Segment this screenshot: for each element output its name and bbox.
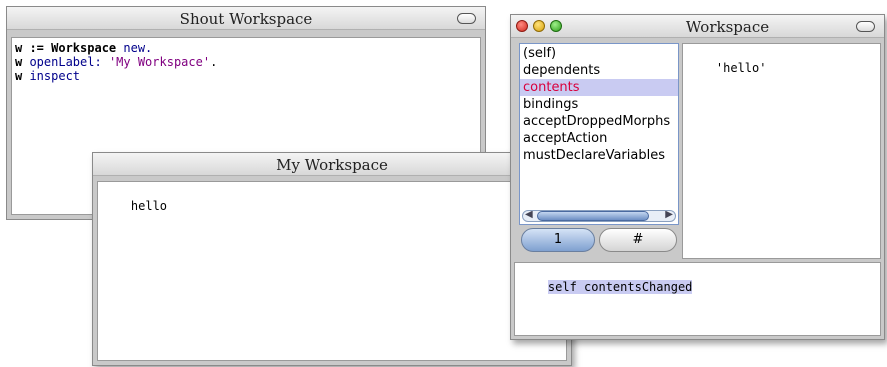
shout-workspace-title: Shout Workspace — [179, 10, 313, 28]
field-list-item[interactable]: contents — [520, 79, 678, 96]
field-list-item[interactable]: mustDeclareVariables — [520, 147, 678, 164]
inspector-value-pane[interactable]: 'hello' — [682, 43, 881, 259]
inspector-title: Workspace — [685, 18, 770, 36]
field-list-item[interactable]: dependents — [520, 62, 678, 79]
code-token: w := — [15, 41, 52, 55]
my-workspace-window[interactable]: My Workspace hello — [92, 152, 572, 366]
code-token: openLabel: — [29, 55, 109, 69]
code-token: inspect — [29, 69, 81, 83]
scrollbar-thumb[interactable] — [537, 211, 649, 221]
field-list-item[interactable]: bindings — [520, 96, 678, 113]
zoom-button[interactable] — [550, 20, 562, 32]
code-line: w openLabel: 'My Workspace'. — [15, 55, 477, 69]
my-workspace-text-editor[interactable]: hello — [97, 181, 567, 361]
inspector-button-1[interactable]: 1 — [521, 228, 595, 252]
my-workspace-content: hello — [130, 199, 168, 213]
code-line: w := Workspace new. — [15, 41, 477, 55]
minimize-button[interactable] — [533, 20, 545, 32]
inspector-button-hash[interactable]: # — [599, 228, 677, 252]
inspector-value-text: 'hello' — [715, 61, 767, 75]
code-token: w — [15, 69, 30, 83]
field-list-item[interactable]: (self) — [520, 45, 678, 62]
close-button[interactable] — [516, 20, 528, 32]
shout-workspace-titlebar[interactable]: Shout Workspace — [7, 7, 485, 30]
scroll-right-icon[interactable]: ▶ — [665, 211, 673, 220]
inspector-field-list[interactable]: (self) dependents contents bindings acceptDr… — [519, 43, 679, 225]
inspector-titlebar[interactable]: Workspace — [511, 15, 884, 38]
inspector-eval-text: self contentsChanged — [547, 280, 693, 294]
collapse-icon[interactable] — [856, 21, 875, 32]
inspector-window[interactable]: Workspace (self) dependents contents bindin… — [510, 14, 885, 340]
scroll-left-icon[interactable]: ◀ — [525, 211, 533, 220]
inspector-eval-pane[interactable]: self contentsChanged — [514, 262, 881, 336]
code-token: w — [15, 55, 30, 69]
code-token: 'My Workspace' — [108, 55, 211, 69]
field-list-item[interactable]: acceptAction — [520, 130, 678, 147]
my-workspace-titlebar[interactable]: My Workspace — [93, 153, 571, 176]
code-line: w inspect — [15, 69, 477, 83]
code-token: Workspace — [51, 41, 117, 55]
field-list-item[interactable]: acceptDroppedMorphs — [520, 113, 678, 130]
my-workspace-title: My Workspace — [276, 156, 388, 174]
code-token: new. — [116, 41, 153, 55]
code-token: . — [210, 55, 218, 69]
collapse-icon[interactable] — [457, 13, 476, 24]
field-list-horizontal-scrollbar[interactable]: ◀ ▶ — [522, 210, 676, 222]
